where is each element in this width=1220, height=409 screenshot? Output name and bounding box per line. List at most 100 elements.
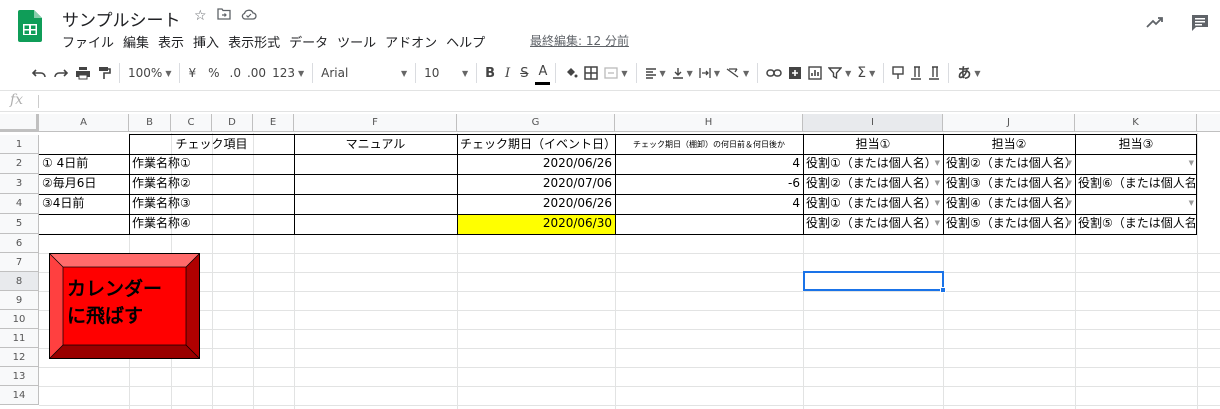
row-header-9[interactable]: 9 — [0, 291, 39, 310]
decrease-decimal-button[interactable]: .0 — [227, 61, 244, 85]
cell-j4-dropdown[interactable]: 役割④（または個人名） — [943, 194, 1075, 214]
cell-b4[interactable]: 作業名称③ — [129, 194, 294, 214]
row-header-1[interactable]: 1 — [0, 135, 39, 154]
strikethrough-button[interactable]: S — [517, 61, 531, 85]
menu-view[interactable]: 表示 — [158, 32, 184, 51]
cell-k3-dropdown[interactable]: 役割⑥（または個人名） — [1075, 174, 1197, 194]
column-header-j[interactable]: J — [943, 114, 1075, 132]
cell-i3-dropdown[interactable]: 役割②（または個人名） — [803, 174, 943, 194]
print-icon[interactable] — [72, 61, 94, 85]
column-header-d[interactable]: D — [212, 114, 253, 132]
column-header-c[interactable]: C — [171, 114, 212, 132]
menu-addons[interactable]: アドオン — [385, 32, 437, 51]
header-owner2[interactable]: 担当② — [943, 135, 1075, 155]
fill-handle[interactable] — [940, 287, 946, 293]
sheets-logo-icon[interactable] — [18, 10, 42, 42]
font-select[interactable]: Arial ▼ — [318, 61, 410, 85]
row-header-3[interactable]: 3 — [0, 174, 39, 194]
link-icon[interactable] — [763, 61, 785, 85]
row-header-6[interactable]: 6 — [0, 234, 39, 253]
cell-i4-dropdown[interactable]: 役割①（または個人名） — [803, 194, 943, 214]
text-rotation-icon[interactable]: ▼ — [723, 61, 752, 85]
font-size-select[interactable]: 10 ▼ — [421, 61, 471, 85]
chart-icon[interactable] — [805, 61, 825, 85]
align-vertical-icon[interactable]: ▼ — [669, 61, 696, 85]
align-horizontal-icon[interactable]: ▼ — [642, 61, 669, 85]
cell-k4-dropdown[interactable] — [1075, 194, 1197, 214]
trending-icon[interactable] — [1145, 14, 1165, 35]
cell-j5-dropdown[interactable]: 役割⑤（または個人名） — [943, 214, 1075, 234]
ltr-icon[interactable] — [907, 61, 925, 85]
cloud-status-icon[interactable] — [241, 8, 257, 24]
cell-i5-dropdown[interactable]: 役割②（または個人名） — [803, 214, 943, 234]
column-header-g[interactable]: G — [457, 114, 615, 132]
cell-f2[interactable] — [294, 154, 457, 174]
cell-h4[interactable]: 4 — [615, 194, 803, 214]
header-check-item[interactable]: チェック項目 — [129, 135, 294, 155]
menu-edit[interactable]: 編集 — [123, 32, 149, 51]
column-header-a[interactable]: A — [39, 114, 129, 132]
zoom-select[interactable]: 100% ▼ — [125, 61, 174, 85]
row-header-2[interactable]: 2 — [0, 154, 39, 174]
row-header-10[interactable]: 10 — [0, 310, 39, 329]
cell-g2[interactable]: 2020/06/26 — [457, 154, 615, 174]
cell-a2[interactable]: ① 4日前 — [39, 154, 129, 174]
formula-input[interactable] — [46, 94, 1196, 110]
column-header-e[interactable]: E — [253, 114, 294, 132]
cell-f3[interactable] — [294, 174, 457, 194]
column-header-h[interactable]: H — [615, 114, 803, 132]
merge-cells-icon[interactable]: ▼ — [601, 61, 630, 85]
menu-tools[interactable]: ツール — [337, 32, 376, 51]
freeze-icon[interactable] — [889, 61, 907, 85]
header-owner1[interactable]: 担当① — [803, 135, 943, 155]
header-owner3[interactable]: 担当③ — [1075, 135, 1197, 155]
row-header-8[interactable]: 8 — [0, 272, 39, 291]
more-formats-select[interactable]: 123 ▼ — [269, 61, 307, 85]
text-color-button[interactable]: A — [535, 61, 551, 85]
row-header-4[interactable]: 4 — [0, 194, 39, 214]
filter-icon[interactable]: ▼ — [825, 61, 854, 85]
cell-i2-dropdown[interactable]: 役割①（または個人名） — [803, 154, 943, 174]
menu-format[interactable]: 表示形式 — [228, 32, 280, 51]
cell-a4[interactable]: ③4日前 — [39, 194, 129, 214]
select-all-corner[interactable] — [0, 114, 39, 132]
header-check-date[interactable]: チェック期日（イベント日） — [457, 135, 615, 155]
column-header-b[interactable]: B — [129, 114, 171, 132]
row-header-13[interactable]: 13 — [0, 367, 39, 386]
cell-f4[interactable] — [294, 194, 457, 214]
row-header-5[interactable]: 5 — [0, 214, 39, 234]
undo-icon[interactable] — [28, 61, 50, 85]
selected-cell-i8[interactable] — [803, 271, 944, 291]
cell-g5-highlighted[interactable]: 2020/06/30 — [457, 214, 615, 234]
cell-b2[interactable]: 作業名称① — [129, 154, 294, 174]
comment-add-icon[interactable] — [785, 61, 805, 85]
fill-color-icon[interactable] — [561, 61, 581, 85]
functions-icon[interactable]: Σ ▼ — [854, 61, 878, 85]
cell-h5[interactable] — [615, 214, 803, 234]
menu-help[interactable]: ヘルプ — [446, 32, 485, 51]
percent-format-button[interactable]: % — [205, 61, 222, 85]
italic-button[interactable]: I — [502, 61, 513, 85]
cell-k2-dropdown[interactable] — [1075, 154, 1197, 174]
increase-decimal-button[interactable]: .00 — [244, 61, 269, 85]
menu-data[interactable]: データ — [289, 32, 328, 51]
text-wrap-icon[interactable]: ▼ — [696, 61, 723, 85]
cell-j2-dropdown[interactable]: 役割②（または個人名） — [943, 154, 1075, 174]
row-header-14[interactable]: 14 — [0, 386, 39, 405]
input-tools-button[interactable]: あ ▼ — [954, 61, 983, 85]
header-offset[interactable]: チェック期日（棚卸）の何日前＆何日後か — [615, 135, 803, 155]
redo-icon[interactable] — [50, 61, 72, 85]
cell-g4[interactable]: 2020/06/26 — [457, 194, 615, 214]
cell-h3[interactable]: -6 — [615, 174, 803, 194]
row-header-12[interactable]: 12 — [0, 348, 39, 367]
last-edit-link[interactable]: 最終編集: 12 分前 — [530, 32, 629, 49]
column-header-i[interactable]: I — [803, 114, 943, 132]
cell-b5[interactable]: 作業名称④ — [129, 214, 294, 234]
cell-k5-dropdown[interactable]: 役割⑤（または個人名） — [1075, 214, 1197, 234]
currency-format-button[interactable]: ¥ — [185, 61, 199, 85]
rtl-icon[interactable] — [925, 61, 943, 85]
cell-f5[interactable] — [294, 214, 457, 234]
document-title[interactable]: サンプルシート — [62, 6, 181, 31]
cell-b3[interactable]: 作業名称② — [129, 174, 294, 194]
column-header-f[interactable]: F — [294, 114, 457, 132]
